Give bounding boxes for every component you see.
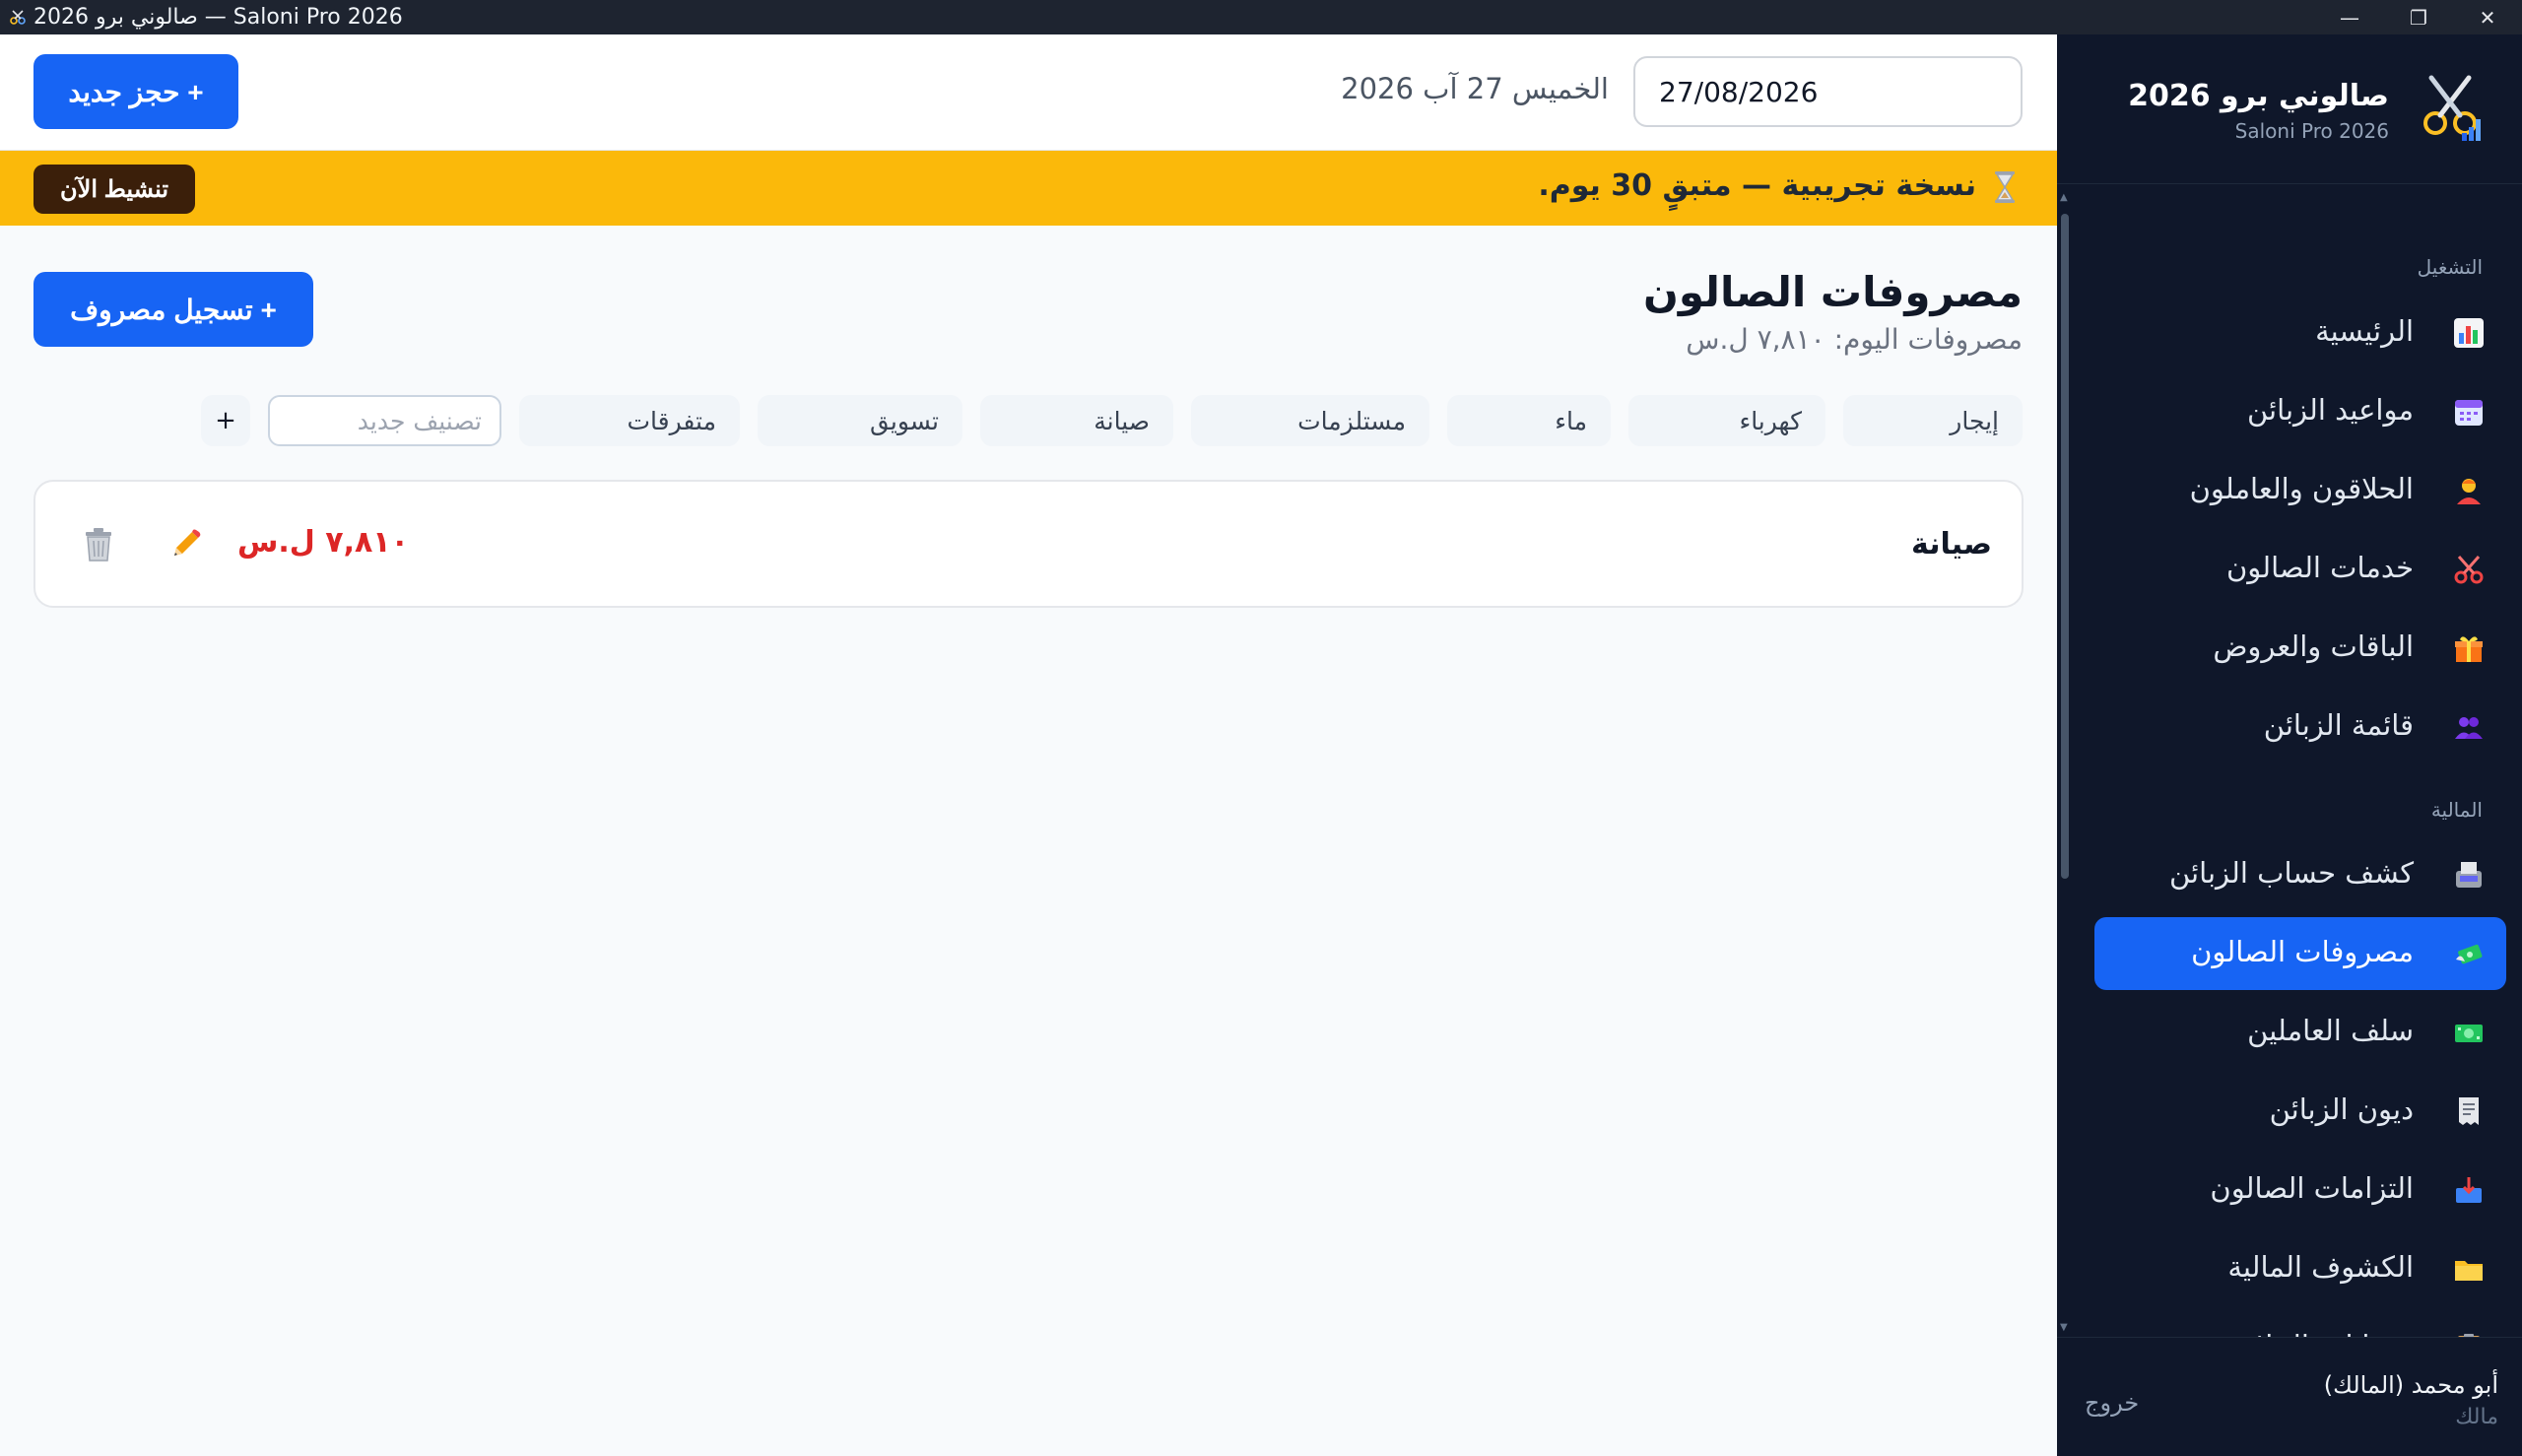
section-label-operations: التشغيل xyxy=(2417,255,2483,279)
category-chip[interactable]: متفرقات xyxy=(519,395,740,446)
calendar-icon xyxy=(2453,396,2485,428)
sidebar-item-home[interactable]: الرئيسية xyxy=(2094,297,2506,369)
receipt-icon xyxy=(2453,1095,2485,1127)
sidebar-item-label: مصروفات الصالون xyxy=(2191,935,2414,968)
logout-button[interactable]: خروج xyxy=(2085,1389,2139,1417)
sidebar-item-label: الحلاقون والعاملون xyxy=(2189,472,2414,505)
sidebar-item-appointments[interactable]: مواعيد الزبائن xyxy=(2094,375,2506,448)
category-chip[interactable]: كهرباء xyxy=(1628,395,1825,446)
app-logo-icon xyxy=(8,8,28,28)
gift-icon xyxy=(2453,632,2485,664)
page-title: مصروفات الصالون xyxy=(1643,268,2023,316)
users-icon xyxy=(2453,711,2485,743)
sidebar-item-label: الرئيسية xyxy=(2315,314,2414,348)
new-category-input[interactable] xyxy=(268,395,501,446)
pencil-icon[interactable] xyxy=(164,523,207,566)
trial-banner: نسخة تجريبية — متبقٍ 30 يوم. تنشيط الآن xyxy=(0,151,2057,226)
category-chip[interactable]: إيجار xyxy=(1843,395,2023,446)
sidebar-item-label: ديون الزبائن xyxy=(2269,1092,2414,1126)
chart-icon xyxy=(2453,317,2485,349)
new-booking-button[interactable]: + حجز جديد xyxy=(33,54,238,129)
expense-amount: ٧,٨١٠ ل.س xyxy=(237,525,409,560)
scrollbar-thumb[interactable] xyxy=(2061,214,2069,879)
brand-subtitle: Saloni Pro 2026 xyxy=(2234,119,2389,143)
maximize-button[interactable]: ❐ xyxy=(2384,0,2453,34)
sidebar-item-packages[interactable]: الباقات والعروض xyxy=(2094,612,2506,685)
sidebar-item-label: مواعيد الزبائن xyxy=(2246,393,2414,427)
sidebar-item-label: قائمة الزبائن xyxy=(2263,708,2414,742)
sidebar-item-label: الكشوف المالية xyxy=(2227,1250,2414,1284)
money-wings-icon xyxy=(2453,938,2485,969)
category-chip[interactable]: تسويق xyxy=(758,395,962,446)
barber-icon xyxy=(2453,475,2485,506)
category-chip[interactable]: ماء xyxy=(1447,395,1611,446)
sidebar: صالوني برو 2026 Saloni Pro 2026 التشغيل … xyxy=(2057,34,2522,1456)
date-input[interactable] xyxy=(1633,56,2023,127)
category-chip[interactable]: صيانة xyxy=(980,395,1173,446)
sidebar-item-label: سلف العاملين xyxy=(2247,1014,2414,1047)
user-name: أبو محمد (المالك) xyxy=(2323,1371,2498,1399)
category-chips: إيجار كهرباء ماء مستلزمات صيانة تسويق مت… xyxy=(201,395,2023,446)
sidebar-scrollbar[interactable]: ▲ ▼ xyxy=(2057,184,2073,1337)
brand: صالوني برو 2026 Saloni Pro 2026 xyxy=(2057,34,2522,184)
folder-icon xyxy=(2453,1253,2485,1285)
section-label-finance: المالية xyxy=(2430,798,2483,822)
fax-icon xyxy=(2453,859,2485,891)
sidebar-item-barber-accounts[interactable]: حسابات الحلاقين xyxy=(2094,1311,2506,1337)
trial-message: نسخة تجريبية — متبقٍ 30 يوم. xyxy=(1538,168,1976,203)
sidebar-item-label: حسابات الحلاقين xyxy=(2213,1329,2414,1337)
brand-name: صالوني برو 2026 xyxy=(2128,79,2389,113)
user-role: مالك xyxy=(2455,1405,2498,1429)
date-text: الخميس 27 آب 2026 xyxy=(1341,72,1609,105)
inbox-icon xyxy=(2453,1174,2485,1206)
scissors-icon xyxy=(2453,554,2485,585)
sidebar-item-label: الباقات والعروض xyxy=(2213,629,2414,663)
banknote-icon xyxy=(2453,1017,2485,1048)
sidebar-item-label: خدمات الصالون xyxy=(2225,551,2414,584)
scissors-logo-icon xyxy=(2414,72,2487,145)
sidebar-item-label: التزامات الصالون xyxy=(2210,1171,2414,1205)
main-content: الخميس 27 آب 2026 + حجز جديد نسخة تجريبي… xyxy=(0,34,2057,1456)
trash-icon[interactable] xyxy=(77,523,120,566)
sidebar-item-advances[interactable]: سلف العاملين xyxy=(2094,996,2506,1069)
hourglass-icon xyxy=(1992,170,2018,204)
sidebar-item-services[interactable]: خدمات الصالون xyxy=(2094,533,2506,606)
page-subtitle: مصروفات اليوم: ٧,٨١٠ ل.س xyxy=(1686,323,2023,356)
top-bar: الخميس 27 آب 2026 + حجز جديد xyxy=(0,34,2057,151)
activate-button[interactable]: تنشيط الآن xyxy=(33,165,195,214)
sidebar-nav: التشغيل الرئيسية مواعيد الزبائن الحلاقون… xyxy=(2057,184,2522,1337)
window-titlebar: صالوني برو 2026 — Saloni Pro 2026 — ❐ ✕ xyxy=(0,0,2522,34)
minimize-button[interactable]: — xyxy=(2315,0,2384,34)
expense-category: صيانة xyxy=(1911,527,1992,562)
scroll-up-icon[interactable]: ▲ xyxy=(2060,192,2068,203)
scroll-down-icon[interactable]: ▼ xyxy=(2060,1322,2068,1333)
sidebar-item-label: كشف حساب الزبائن xyxy=(2168,856,2414,890)
user-bar: أبو محمد (المالك) مالك خروج xyxy=(2057,1337,2522,1456)
sidebar-item-debts[interactable]: ديون الزبائن xyxy=(2094,1075,2506,1148)
window-title: صالوني برو 2026 — Saloni Pro 2026 xyxy=(33,5,403,30)
category-chip[interactable]: مستلزمات xyxy=(1191,395,1429,446)
add-category-button[interactable]: + xyxy=(201,395,250,446)
sidebar-item-expenses[interactable]: مصروفات الصالون xyxy=(2094,917,2506,990)
sidebar-item-financial-reports[interactable]: الكشوف المالية xyxy=(2094,1232,2506,1305)
expense-row: صيانة ٧,٨١٠ ل.س xyxy=(33,480,2024,608)
add-expense-button[interactable]: + تسجيل مصروف xyxy=(33,272,313,347)
sidebar-item-obligations[interactable]: التزامات الصالون xyxy=(2094,1154,2506,1226)
sidebar-item-customer-statement[interactable]: كشف حساب الزبائن xyxy=(2094,838,2506,911)
sidebar-item-barbers[interactable]: الحلاقون والعاملون xyxy=(2094,454,2506,527)
sidebar-item-customers[interactable]: قائمة الزبائن xyxy=(2094,691,2506,763)
close-button[interactable]: ✕ xyxy=(2453,0,2522,34)
